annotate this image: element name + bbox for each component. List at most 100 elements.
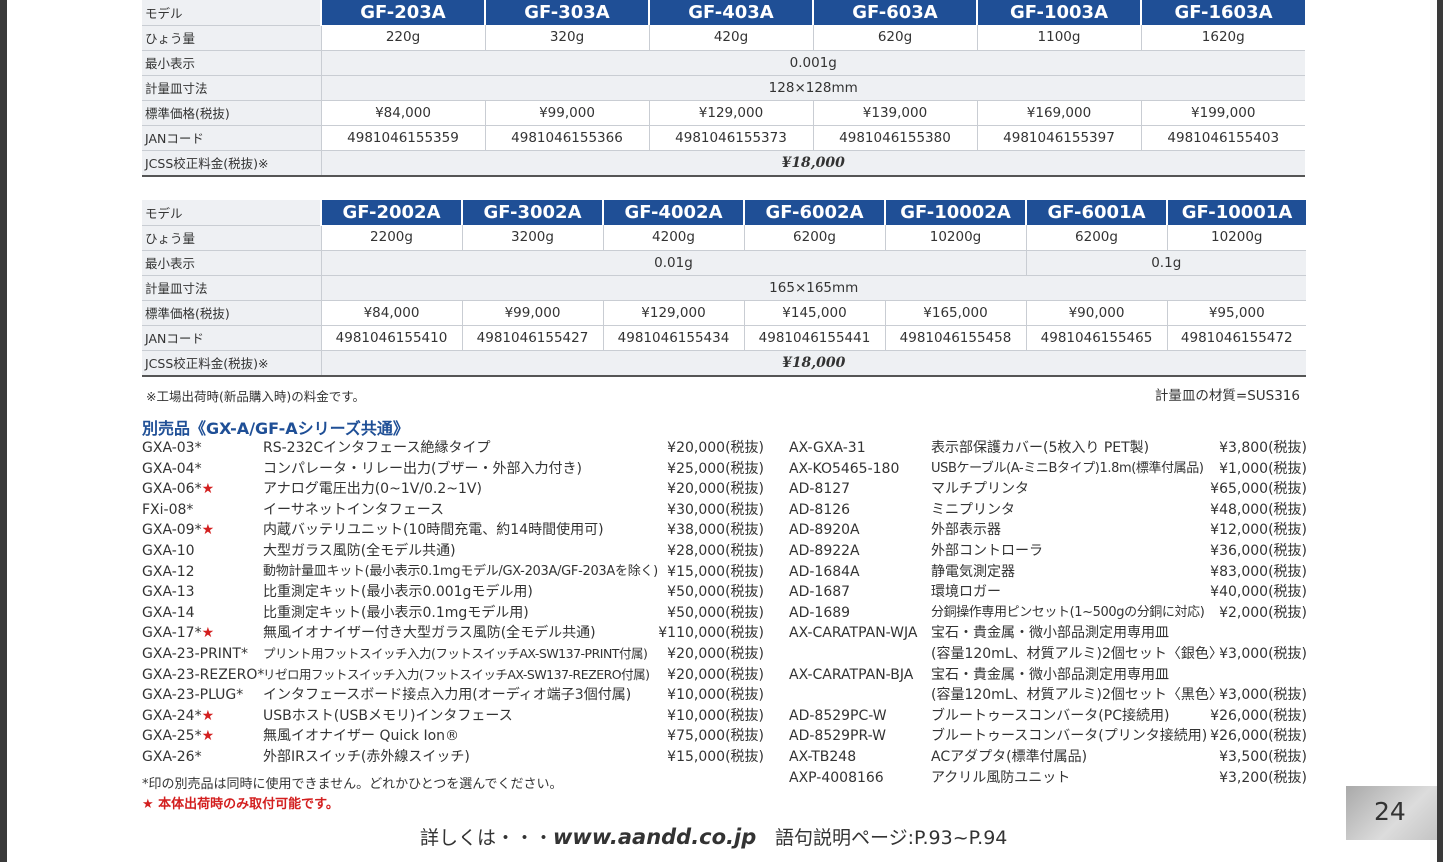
accessory-code: AD-1687: [789, 584, 851, 601]
red-star-mark: ★: [201, 728, 215, 745]
accessory-price: ¥40,000(税抜): [1210, 584, 1307, 601]
red-star-mark: ★: [201, 481, 215, 498]
accessory-row: GXA-24*★ USBホスト(USBメモリ)インタフェース ¥10,000(税抜): [142, 706, 764, 727]
capacity-row: ひょう量 220g 320g 420g 620g 1100g 1620g: [142, 25, 1305, 51]
accessory-code: AD-8529PC-W: [789, 707, 887, 724]
accessory-desc: マルチプリンタ: [931, 481, 1029, 498]
accessory-price: ¥3,200(税抜): [1219, 769, 1307, 786]
accessory-row: GXA-09*★ 内蔵バッテリユニット(10時間充電、約14時間使用可) ¥38,0…: [142, 520, 764, 541]
row-label-jcss: JCSS校正料金(税抜)※: [142, 350, 322, 377]
website-link[interactable]: www.aandd.co.jp: [553, 825, 756, 849]
accessory-row: AXP-4008166 アクリル風防ユニット ¥3,200(税抜): [789, 768, 1307, 789]
accessory-row: AD-8920A 外部表示器 ¥12,000(税抜): [789, 520, 1307, 541]
accessory-price: ¥10,000(税抜): [667, 707, 764, 724]
capacity-cell: 620g: [812, 25, 977, 51]
footer-details: 詳しくは・・・www.aandd.co.jp: [420, 823, 756, 850]
accessory-row: GXA-14 比重測定キット(最小表示0.1mgモデル用) ¥50,000(税抜): [142, 603, 764, 624]
price-cell: ¥90,000: [1025, 300, 1167, 326]
accessory-row: AX-TB248 ACアダプタ(標準付属品) ¥3,500(税抜): [789, 747, 1307, 768]
jcss-row: JCSS校正料金(税抜)※ ¥18,000: [142, 350, 1306, 377]
accessory-desc: アナログ電圧出力(0~1V/0.2~1V): [263, 481, 482, 498]
accessory-price: ¥30,000(税抜): [667, 501, 764, 518]
accessory-price: ¥50,000(税抜): [667, 584, 764, 601]
row-label-jan: JANコード: [142, 325, 322, 351]
price-cell: ¥84,000: [320, 300, 462, 326]
accessory-row: GXA-06*★ アナログ電圧出力(0~1V/0.2~1V) ¥20,000(税抜): [142, 479, 764, 500]
accessory-code: AD-1684A: [789, 563, 860, 580]
price-cell: ¥95,000: [1166, 300, 1306, 326]
accessory-code: AD-8922A: [789, 542, 860, 559]
spec-table-1: モデル GF-203A GF-303A GF-403A GF-603A GF-1…: [142, 0, 1305, 177]
accessory-desc: リゼロ用フットスイッチ入力(フットスイッチAX-SW137-REZERO付属): [263, 666, 650, 682]
accessory-code-text: GXA-14: [142, 604, 195, 621]
exclusive-use-footnote: *印の別売品は同時に使用できません。どれかひとつを選んでください。: [142, 777, 563, 792]
accessory-code: GXA-10: [142, 541, 195, 562]
price-cell: ¥84,000: [320, 100, 485, 126]
accessory-desc: 表示部保護カバー(5枚入り PET製): [931, 440, 1150, 456]
pan-size-row: 計量皿寸法 128×128mm: [142, 75, 1305, 101]
capacity-cell: 10200g: [1166, 225, 1306, 251]
accessory-code-text: FXi-08*: [142, 501, 194, 518]
accessory-row: GXA-26* 外部IRスイッチ(赤外線スイッチ) ¥15,000(税抜): [142, 747, 764, 768]
accessory-row: GXA-04* コンパレータ・リレー出力(ブザー・外部入力付き) ¥25,000(税…: [142, 459, 764, 480]
jan-cell: 4981046155472: [1166, 325, 1306, 351]
resolution-row: 最小表示 0.001g: [142, 50, 1305, 76]
accessory-price: ¥25,000(税抜): [667, 460, 764, 477]
accessory-desc: ACアダプタ(標準付属品): [931, 748, 1088, 765]
capacity-cell: 10200g: [884, 225, 1026, 251]
price-cell: ¥199,000: [1140, 100, 1305, 126]
accessory-code: GXA-13: [142, 582, 195, 603]
accessory-price: ¥3,000(税抜): [1219, 687, 1307, 704]
accessory-desc: 動物計量皿キット(最小表示0.1mgモデル/GX-203A/GF-203Aを除く…: [263, 563, 658, 579]
model-header: GF-6002A: [743, 200, 885, 225]
accessory-desc: アクリル風防ユニット: [931, 769, 1071, 786]
accessory-price: ¥3,000(税抜): [1219, 645, 1307, 662]
accessory-price: ¥12,000(税抜): [1210, 522, 1307, 539]
price-cell: ¥139,000: [812, 100, 977, 126]
accessory-code-text: GXA-23-REZERO*: [142, 666, 265, 683]
accessory-row: AD-1687 環境ロガー ¥40,000(税抜): [789, 582, 1307, 603]
accessory-price: ¥75,000(税抜): [667, 728, 764, 745]
accessory-code: AX-KO5465-180: [789, 460, 900, 477]
accessory-code: GXA-23-PLUG*: [142, 685, 243, 706]
accessory-desc: イーサネットインタフェース: [263, 501, 445, 518]
jan-row: JANコード 4981046155410 4981046155427 49810…: [142, 325, 1306, 351]
accessory-price: ¥3,800(税抜): [1219, 440, 1307, 456]
pan-size-cell: 165×165mm: [320, 275, 1306, 301]
accessory-code: AX-CARATPAN-WJA: [789, 625, 918, 642]
accessory-row: AD-8922A 外部コントローラ ¥36,000(税抜): [789, 541, 1307, 562]
accessory-code: AD-1689: [789, 604, 851, 621]
accessory-code: GXA-12: [142, 562, 195, 583]
jan-cell: 4981046155465: [1025, 325, 1167, 351]
price-cell: ¥99,000: [461, 300, 603, 326]
accessory-price: ¥83,000(税抜): [1210, 563, 1307, 580]
jcss-row: JCSS校正料金(税抜)※ ¥18,000: [142, 150, 1305, 177]
accessory-list-left: GXA-03* RS-232Cインタフェース絶縁タイプ ¥20,000(税抜) GX…: [142, 438, 764, 768]
jcss-cell: ¥18,000: [320, 350, 1306, 377]
accessory-desc: 分銅操作専用ピンセット(1~500gの分銅に対応): [931, 604, 1205, 620]
accessory-price: ¥20,000(税抜): [667, 666, 764, 683]
model-header: GF-10002A: [884, 200, 1026, 225]
accessory-desc: ミニプリンタ: [931, 501, 1015, 518]
row-label-price: 標準価格(税抜): [142, 100, 322, 126]
price-cell: ¥145,000: [743, 300, 885, 326]
capacity-cell: 2200g: [320, 225, 462, 251]
accessory-desc: 外部コントローラ: [931, 542, 1043, 559]
accessory-code: AXP-4008166: [789, 769, 884, 786]
jcss-cell: ¥18,000: [320, 150, 1305, 177]
jan-cell: 4981046155427: [461, 325, 603, 351]
accessory-row: GXA-13 比重測定キット(最小表示0.001gモデル用) ¥50,000(税抜): [142, 582, 764, 603]
row-label-jan: JANコード: [142, 125, 322, 151]
accessory-price: ¥15,000(税抜): [667, 563, 764, 580]
price-cell: ¥129,000: [602, 300, 744, 326]
model-header: GF-10001A: [1166, 200, 1306, 225]
model-header: GF-4002A: [602, 200, 744, 225]
accessory-code: AD-8529PR-W: [789, 728, 886, 745]
accessory-desc: 外部IRスイッチ(赤外線スイッチ): [263, 748, 470, 765]
pan-size-cell: 128×128mm: [320, 75, 1305, 101]
accessory-code: AD-8127: [789, 481, 851, 498]
accessory-code-text: GXA-23-PLUG*: [142, 687, 244, 704]
accessory-price: ¥15,000(税抜): [667, 748, 764, 765]
model-header: GF-403A: [648, 0, 813, 25]
row-label-pan-size: 計量皿寸法: [142, 75, 322, 101]
